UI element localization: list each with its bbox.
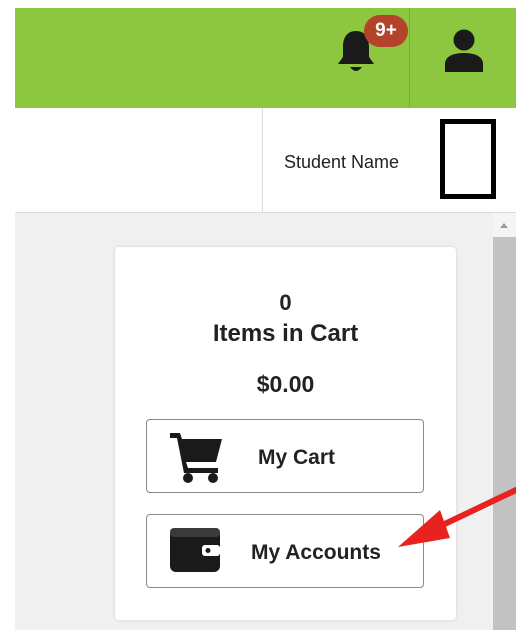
- cart-total: $0.00: [256, 371, 315, 397]
- redacted-box: [440, 119, 496, 199]
- my-cart-button[interactable]: My Cart: [146, 419, 424, 493]
- my-cart-label: My Cart: [258, 446, 336, 469]
- cart-item-count: 0: [279, 290, 292, 315]
- user-bar-divider: [262, 108, 263, 212]
- header-divider: [409, 8, 410, 108]
- my-accounts-button[interactable]: My Accounts: [146, 514, 424, 588]
- student-name-label: Student Name: [284, 152, 400, 172]
- notification-badge: 9+: [364, 15, 408, 47]
- scroll-up-arrow[interactable]: [500, 223, 508, 228]
- red-arrow-icon: [398, 487, 516, 547]
- wallet-icon: [170, 528, 220, 572]
- top-header-bar: [15, 8, 516, 108]
- scrollbar[interactable]: [493, 213, 516, 630]
- cart-icon: [170, 433, 222, 483]
- scroll-thumb[interactable]: [493, 237, 516, 630]
- items-in-cart-label: Items in Cart: [212, 320, 359, 347]
- user-icon[interactable]: [443, 28, 485, 74]
- my-accounts-label: My Accounts: [251, 541, 381, 564]
